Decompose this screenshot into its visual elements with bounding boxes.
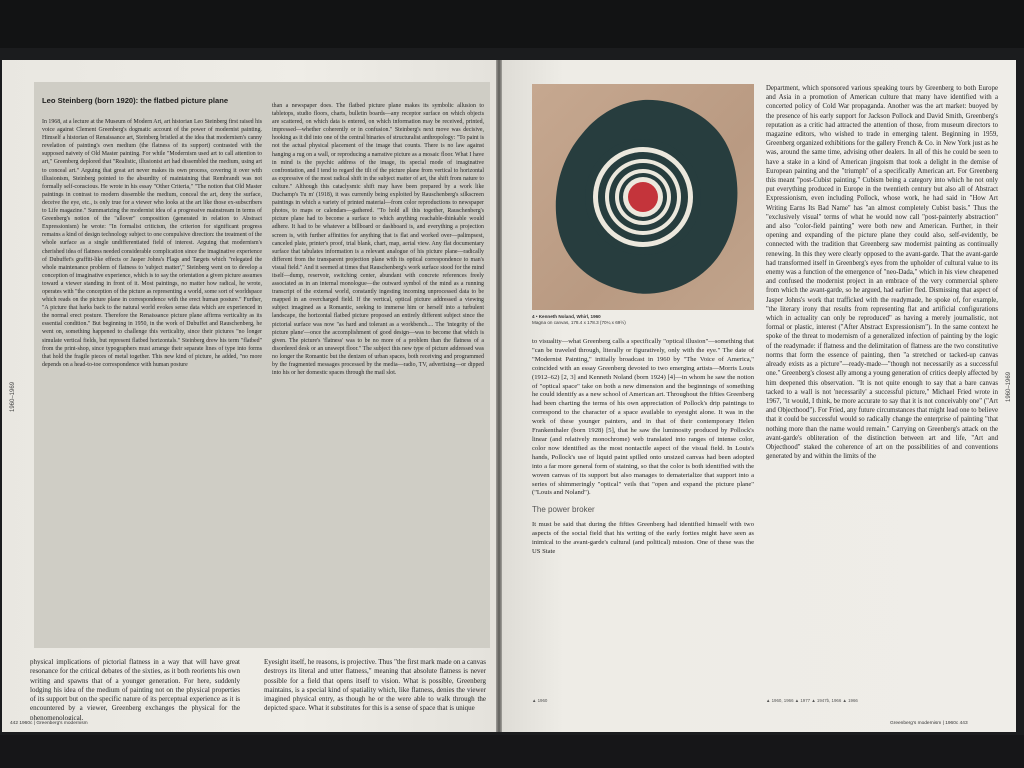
book-spread: Leo Steinberg (born 1920): the flatbed p… — [2, 60, 1016, 732]
left-page: Leo Steinberg (born 1920): the flatbed p… — [2, 60, 496, 732]
middle-column-text: to visuality—what Greenberg calls a spec… — [532, 338, 754, 497]
right-column-text: Department, which sponsored various spea… — [766, 85, 998, 461]
left-body-column-2: Eyesight itself, he reasons, is projecti… — [264, 658, 486, 720]
right-middle-column: to visuality—what Greenberg calls a spec… — [532, 338, 754, 692]
middle-column-text-2: It must be said that during the fifties … — [532, 521, 754, 555]
right-side-tab: 1960–1969 — [1006, 371, 1012, 402]
right-column: Department, which sponsored various spea… — [766, 84, 998, 696]
timeline-markers-right: ▲ 1960, 1966 ▲ 1977 ▲ 1947b, 1966 ▲ 1966 — [766, 698, 858, 703]
section-heading: The power broker — [532, 505, 595, 515]
caption-detail: Magna on canvas, 178.4 x 178.3 (70¼ x 69… — [532, 320, 626, 325]
bottom-dark-border — [0, 735, 1024, 768]
timeline-markers-left: ▲ 1960 — [532, 698, 548, 703]
right-page-footer: Greenberg's modernism | 1960c 443 — [890, 721, 968, 726]
left-body-column-2-text: Eyesight itself, he reasons, is projecti… — [264, 658, 486, 713]
left-side-tab: 1960–1969 — [10, 381, 16, 412]
left-body-column-1: physical implications of pictorial flatn… — [30, 658, 240, 720]
right-page: 4 • Kenneth Noland, Whirl, 1960 Magna on… — [502, 60, 1016, 732]
sidebar-column-1-text: In 1968, at a lecture at the Museum of M… — [42, 119, 262, 368]
concentric-circles-painting — [555, 99, 738, 294]
sidebar-column-2-text: than a newspaper does. The flatbed pictu… — [272, 103, 484, 377]
sidebar-column-2: than a newspaper does. The flatbed pictu… — [272, 102, 484, 640]
left-body-column-1-text: physical implications of pictorial flatn… — [30, 658, 240, 720]
top-dark-border — [0, 0, 1024, 48]
sidebar-title: Leo Steinberg (born 1920): the flatbed p… — [42, 96, 229, 105]
sidebar-box: Leo Steinberg (born 1920): the flatbed p… — [34, 82, 490, 648]
painting-caption: 4 • Kenneth Noland, Whirl, 1960 Magna on… — [532, 314, 754, 326]
painting-image — [532, 84, 754, 310]
left-page-footer: 442 1960c | Greenberg's modernism — [10, 721, 88, 726]
sidebar-column-1: In 1968, at a lecture at the Museum of M… — [42, 118, 262, 640]
painting-center-dot — [628, 182, 658, 212]
